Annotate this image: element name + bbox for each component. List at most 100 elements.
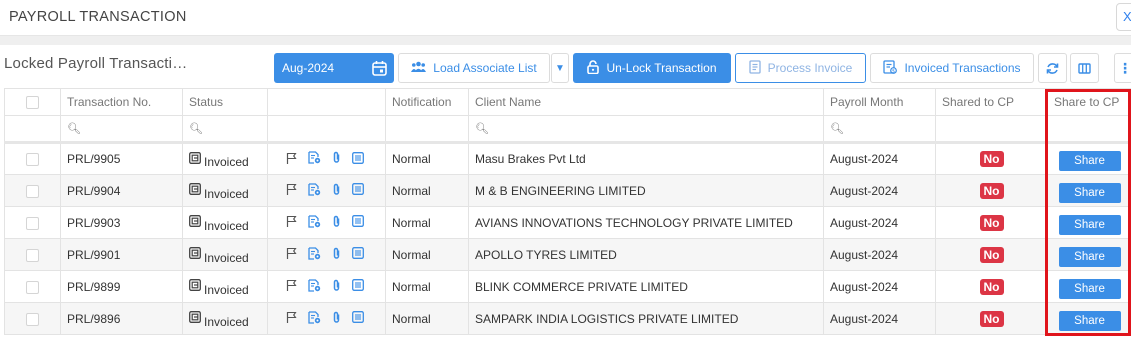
flag-icon[interactable]: [286, 247, 297, 262]
row-checkbox[interactable]: [26, 248, 39, 262]
share-button[interactable]: Share: [1058, 310, 1121, 331]
file-settings-icon[interactable]: [308, 278, 321, 295]
paperclip-icon[interactable]: [332, 247, 341, 263]
row-select-cell: [4, 206, 61, 239]
transaction-no[interactable]: PRL/9899: [60, 270, 183, 303]
unlock-transaction-button[interactable]: Un-Lock Transaction: [573, 53, 731, 83]
flag-icon[interactable]: [286, 311, 297, 326]
shared-status-badge: No: [979, 278, 1004, 295]
transaction-no[interactable]: PRL/9896: [60, 302, 183, 335]
select-all-header: [4, 88, 61, 116]
transaction-no[interactable]: PRL/9901: [60, 238, 183, 271]
status-label: Invoiced: [204, 155, 249, 169]
more-icon[interactable]: ⋮: [1114, 53, 1131, 83]
table-row: PRL/9905 Invoiced Normal Masu Brakes Pvt…: [4, 142, 1131, 175]
share-button[interactable]: Share: [1058, 151, 1121, 171]
list-icon[interactable]: [352, 311, 364, 326]
chevron-down-icon[interactable]: ▼: [551, 53, 569, 83]
transaction-no[interactable]: PRL/9904: [60, 174, 183, 207]
notification: Normal: [385, 302, 469, 335]
status-label: Invoiced: [204, 250, 249, 265]
client-name: AVIANS INNOVATIONS TECHNOLOGY PRIVATE LI…: [468, 206, 824, 239]
share-button[interactable]: Share: [1058, 214, 1121, 235]
filter-cell-empty: [1047, 115, 1131, 144]
column-header-share-to-cp[interactable]: Share to CP: [1047, 88, 1131, 116]
flag-icon[interactable]: [286, 183, 297, 198]
row-checkbox[interactable]: [26, 312, 39, 326]
column-header-client-name[interactable]: Client Name: [468, 88, 824, 116]
row-checkbox[interactable]: [26, 184, 39, 198]
share-button[interactable]: Share: [1058, 182, 1121, 203]
search-icon: 🔍︎: [830, 123, 844, 135]
file-settings-icon[interactable]: [308, 310, 321, 327]
column-header-status[interactable]: Status: [182, 88, 268, 116]
row-select-cell: [4, 174, 61, 207]
month-picker[interactable]: Aug-2024: [274, 53, 394, 83]
invoice-status-icon: [189, 215, 201, 233]
calendar-icon[interactable]: [372, 60, 387, 79]
invoice-icon: $: [883, 59, 898, 77]
filter-transaction-no[interactable]: 🔍︎: [60, 115, 183, 144]
paperclip-icon[interactable]: [332, 151, 341, 167]
process-invoice-button[interactable]: Process Invoice: [735, 53, 866, 83]
column-header-transaction-no[interactable]: Transaction No.: [60, 88, 183, 116]
table-row: PRL/9896 Invoiced Normal SAMPARK INDIA L…: [4, 302, 1131, 335]
shared-status-badge: No: [979, 310, 1004, 327]
users-icon: [411, 61, 427, 75]
flag-icon[interactable]: [286, 215, 297, 230]
list-icon[interactable]: [352, 151, 364, 167]
row-checkbox[interactable]: [26, 280, 39, 294]
row-select-cell: [4, 142, 61, 175]
refresh-icon[interactable]: [1038, 53, 1067, 83]
list-icon[interactable]: [352, 183, 364, 198]
flag-icon[interactable]: [286, 152, 297, 167]
status-cell: Invoiced: [182, 174, 268, 207]
row-actions-cell: [267, 270, 386, 303]
invoice-status-icon: [189, 311, 201, 329]
column-header-payroll-month[interactable]: Payroll Month: [823, 88, 936, 116]
share-to-cp-cell: Share: [1047, 142, 1131, 175]
filter-status[interactable]: 🔍︎: [182, 115, 268, 144]
status-label: Invoiced: [204, 218, 249, 233]
paperclip-icon[interactable]: [332, 311, 341, 327]
invoice-status-icon: [189, 183, 201, 201]
row-actions-cell: [267, 302, 386, 335]
select-all-checkbox[interactable]: [26, 96, 39, 110]
filter-payroll-month[interactable]: 🔍︎: [823, 115, 936, 144]
file-settings-icon[interactable]: [308, 151, 321, 167]
invoice-status-icon: [189, 279, 201, 297]
filter-client-name[interactable]: 🔍︎: [468, 115, 824, 144]
share-button[interactable]: Share: [1058, 246, 1121, 267]
share-button[interactable]: Share: [1058, 278, 1121, 299]
file-settings-icon[interactable]: [308, 182, 321, 199]
status: Invoiced: [189, 215, 249, 233]
search-icon: 🔍︎: [475, 123, 489, 135]
row-checkbox[interactable]: [26, 216, 39, 230]
shared-status-badge: No: [979, 214, 1004, 231]
payroll-transactions-table: Transaction No. Status Notification Clie…: [4, 88, 1131, 335]
file-settings-icon[interactable]: [308, 214, 321, 231]
client-name: BLINK COMMERCE PRIVATE LIMITED: [468, 270, 824, 303]
status: Invoiced: [189, 183, 249, 201]
list-icon[interactable]: [352, 215, 364, 230]
unlock-transaction-label: Un-Lock Transaction: [606, 61, 717, 75]
list-icon[interactable]: [352, 279, 364, 294]
shared-status-badge: No: [979, 151, 1004, 167]
list-icon[interactable]: [352, 247, 364, 262]
file-settings-icon[interactable]: [308, 246, 321, 263]
filter-cell-empty: [267, 115, 386, 144]
transaction-no[interactable]: PRL/9905: [60, 142, 183, 175]
paperclip-icon[interactable]: [332, 279, 341, 295]
row-checkbox[interactable]: [26, 153, 39, 167]
columns-icon[interactable]: [1070, 53, 1099, 83]
paperclip-icon[interactable]: [332, 215, 341, 231]
load-associate-list-button[interactable]: Load Associate List: [398, 53, 550, 83]
paperclip-icon[interactable]: [332, 183, 341, 199]
close-button[interactable]: X: [1116, 3, 1131, 31]
column-header-shared-to-cp[interactable]: Shared to CP: [935, 88, 1048, 116]
search-icon: 🔍︎: [189, 123, 203, 135]
invoiced-transactions-button[interactable]: $ Invoiced Transactions: [870, 53, 1034, 83]
flag-icon[interactable]: [286, 279, 297, 294]
transaction-no[interactable]: PRL/9903: [60, 206, 183, 239]
column-header-notification[interactable]: Notification: [385, 88, 469, 116]
